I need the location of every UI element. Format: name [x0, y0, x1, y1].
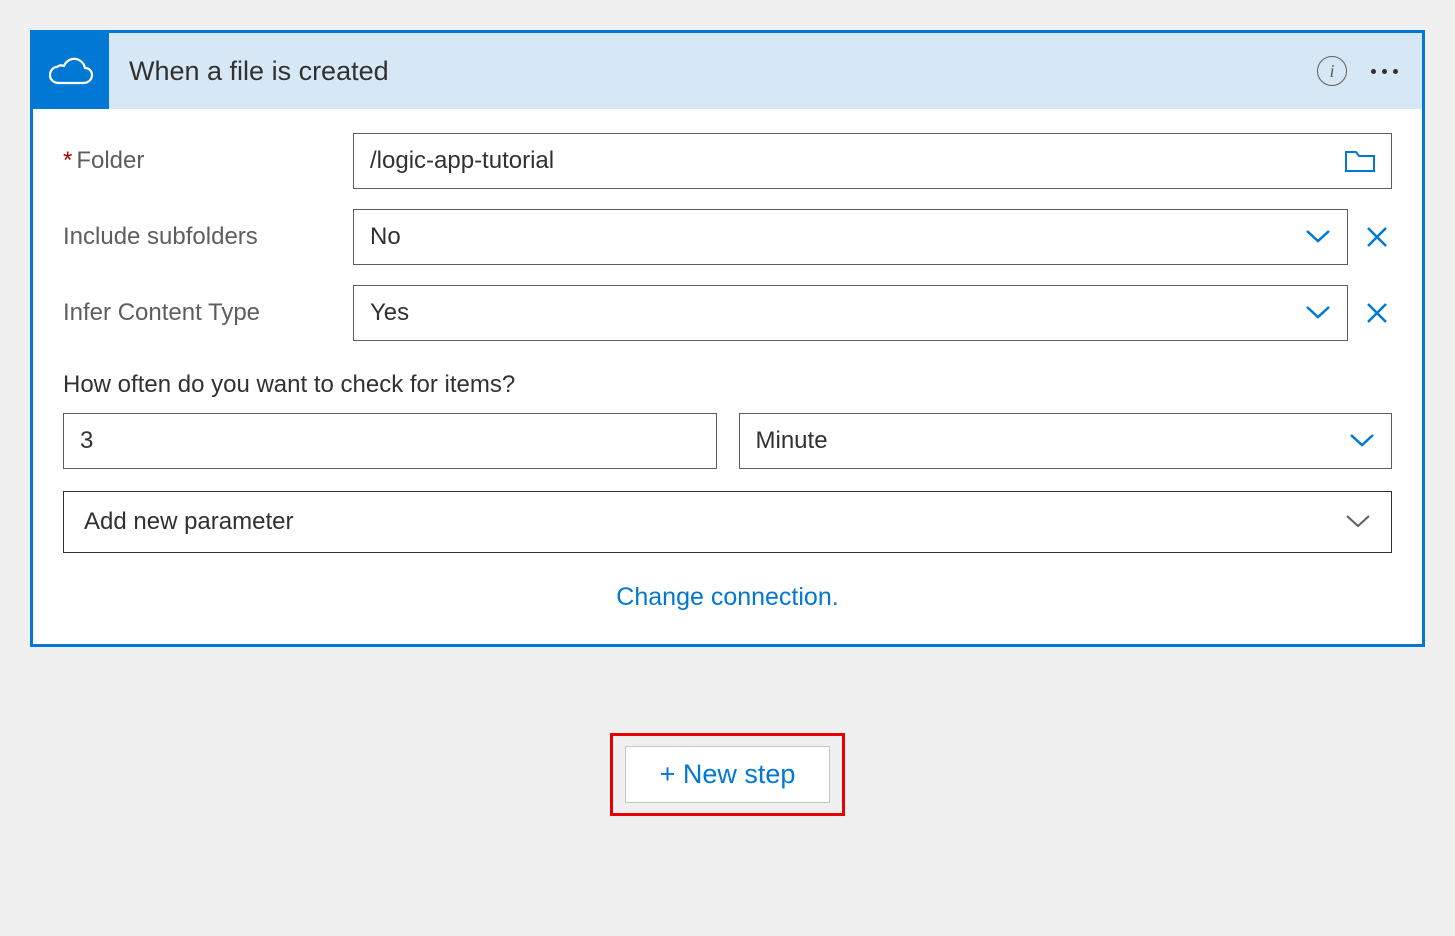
required-indicator: * — [63, 147, 72, 174]
header-actions: i — [1317, 56, 1422, 86]
interval-row: 3 Minute — [63, 413, 1392, 469]
interval-value: 3 — [80, 427, 93, 455]
interval-input[interactable]: 3 — [63, 413, 717, 469]
interval-unit-select[interactable]: Minute — [739, 413, 1393, 469]
polling-label: How often do you want to check for items… — [63, 371, 1392, 399]
connector-icon-box — [33, 33, 109, 109]
include-subfolders-value: No — [370, 223, 401, 251]
folder-label: *Folder — [63, 147, 353, 175]
infer-content-type-value: Yes — [370, 299, 409, 327]
remove-include-subfolders-button[interactable] — [1362, 225, 1392, 249]
remove-infer-content-type-button[interactable] — [1362, 301, 1392, 325]
folder-input[interactable]: /logic-app-tutorial — [353, 133, 1392, 189]
more-icon[interactable] — [1371, 61, 1398, 82]
new-step-highlight: + New step — [610, 733, 846, 816]
chevron-down-icon — [1345, 508, 1371, 536]
card-header[interactable]: When a file is created i — [33, 33, 1422, 109]
close-icon — [1365, 301, 1389, 325]
infer-content-type-label: Infer Content Type — [63, 299, 353, 327]
onedrive-icon — [49, 57, 93, 85]
folder-row: *Folder /logic-app-tutorial — [63, 133, 1392, 189]
card-body: *Folder /logic-app-tutorial Include subf… — [33, 109, 1422, 644]
infer-content-type-row: Infer Content Type Yes — [63, 285, 1392, 341]
new-step-button[interactable]: + New step — [625, 746, 831, 803]
include-subfolders-select[interactable]: No — [353, 209, 1348, 265]
infer-content-type-select[interactable]: Yes — [353, 285, 1348, 341]
trigger-card: When a file is created i *Folder /logic-… — [30, 30, 1425, 647]
change-connection-link[interactable]: Change connection. — [63, 573, 1392, 612]
chevron-down-icon — [1305, 223, 1331, 251]
info-icon[interactable]: i — [1317, 56, 1347, 86]
interval-unit-value: Minute — [756, 427, 828, 455]
folder-value: /logic-app-tutorial — [370, 147, 554, 175]
folder-picker-icon[interactable] — [1345, 149, 1375, 173]
include-subfolders-label: Include subfolders — [63, 223, 353, 251]
close-icon — [1365, 225, 1389, 249]
add-parameter-select[interactable]: Add new parameter — [63, 491, 1392, 553]
card-title: When a file is created — [109, 56, 1317, 87]
include-subfolders-row: Include subfolders No — [63, 209, 1392, 265]
chevron-down-icon — [1349, 427, 1375, 455]
new-step-container: + New step — [30, 733, 1425, 816]
add-parameter-label: Add new parameter — [84, 508, 293, 536]
chevron-down-icon — [1305, 299, 1331, 327]
